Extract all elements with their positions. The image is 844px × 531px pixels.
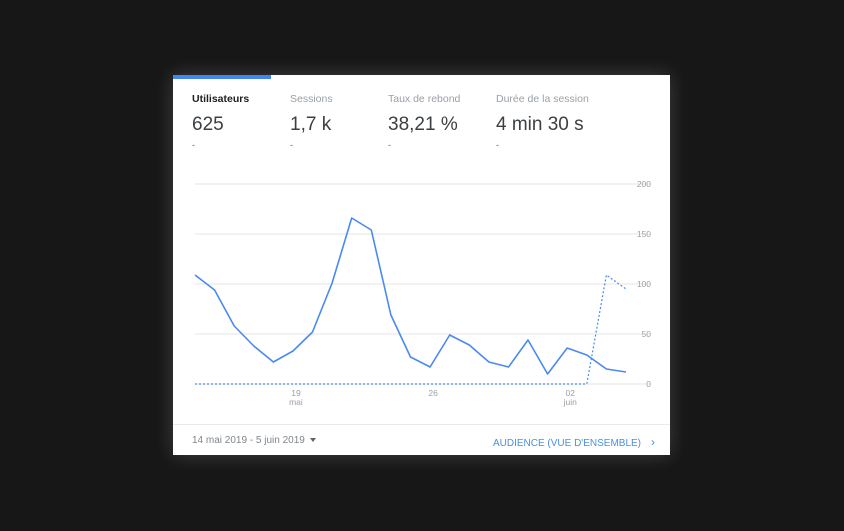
metric-value: 1,7 k	[290, 114, 332, 135]
active-tab-indicator	[173, 75, 271, 79]
audience-overview-link[interactable]: AUDIENCE (VUE D'ENSEMBLE) ›	[493, 435, 655, 449]
y-tick-label: 50	[642, 329, 652, 339]
audience-overview-card: Utilisateurs 625 - Sessions 1,7 k - Taux…	[173, 75, 670, 455]
audience-link-text: AUDIENCE (VUE D'ENSEMBLE)	[492, 438, 641, 449]
metric-label: Taux de rebond	[388, 93, 461, 105]
y-tick-label: 100	[637, 279, 651, 289]
metric-label: Durée de la session	[496, 93, 589, 105]
tab-sessions[interactable]: Sessions 1,7 k -	[290, 93, 333, 150]
series-line-comparison	[195, 274, 627, 385]
y-tick-label: 200	[637, 179, 651, 189]
x-tick-sublabel: juin	[563, 397, 578, 407]
chevron-right-icon: ›	[651, 435, 655, 449]
metric-label: Sessions	[290, 93, 333, 105]
series-line-current	[194, 217, 627, 375]
date-range-selector[interactable]: 14 mai 2019 - 5 juin 2019	[192, 435, 316, 446]
metric-label: Utilisateurs	[192, 93, 250, 105]
metric-change: -	[388, 140, 391, 150]
metric-value: 38,21 %	[388, 114, 458, 135]
date-range-text: 14 mai 2019 - 5 juin 2019	[192, 435, 305, 446]
metric-value: 4 min 30 s	[496, 114, 584, 135]
tab-utilisateurs[interactable]: Utilisateurs 625 -	[192, 93, 250, 150]
tab-duree-session[interactable]: Durée de la session 4 min 30 s -	[496, 93, 589, 150]
card-footer: 14 mai 2019 - 5 juin 2019 AUDIENCE (VUE …	[173, 424, 670, 455]
y-tick-label: 0	[646, 379, 651, 389]
metric-change: -	[290, 140, 293, 150]
metric-change: -	[496, 140, 499, 150]
y-tick-label: 150	[637, 229, 651, 239]
x-tick-label: 26	[428, 388, 438, 398]
x-tick-sublabel: mai	[289, 397, 303, 407]
tab-taux-de-rebond[interactable]: Taux de rebond 38,21 % -	[388, 93, 461, 150]
metric-value: 625	[192, 114, 224, 135]
users-line-chart: 05010015020019mai26 02juin	[194, 179, 652, 407]
metric-change: -	[192, 140, 195, 150]
caret-down-icon	[309, 438, 316, 443]
